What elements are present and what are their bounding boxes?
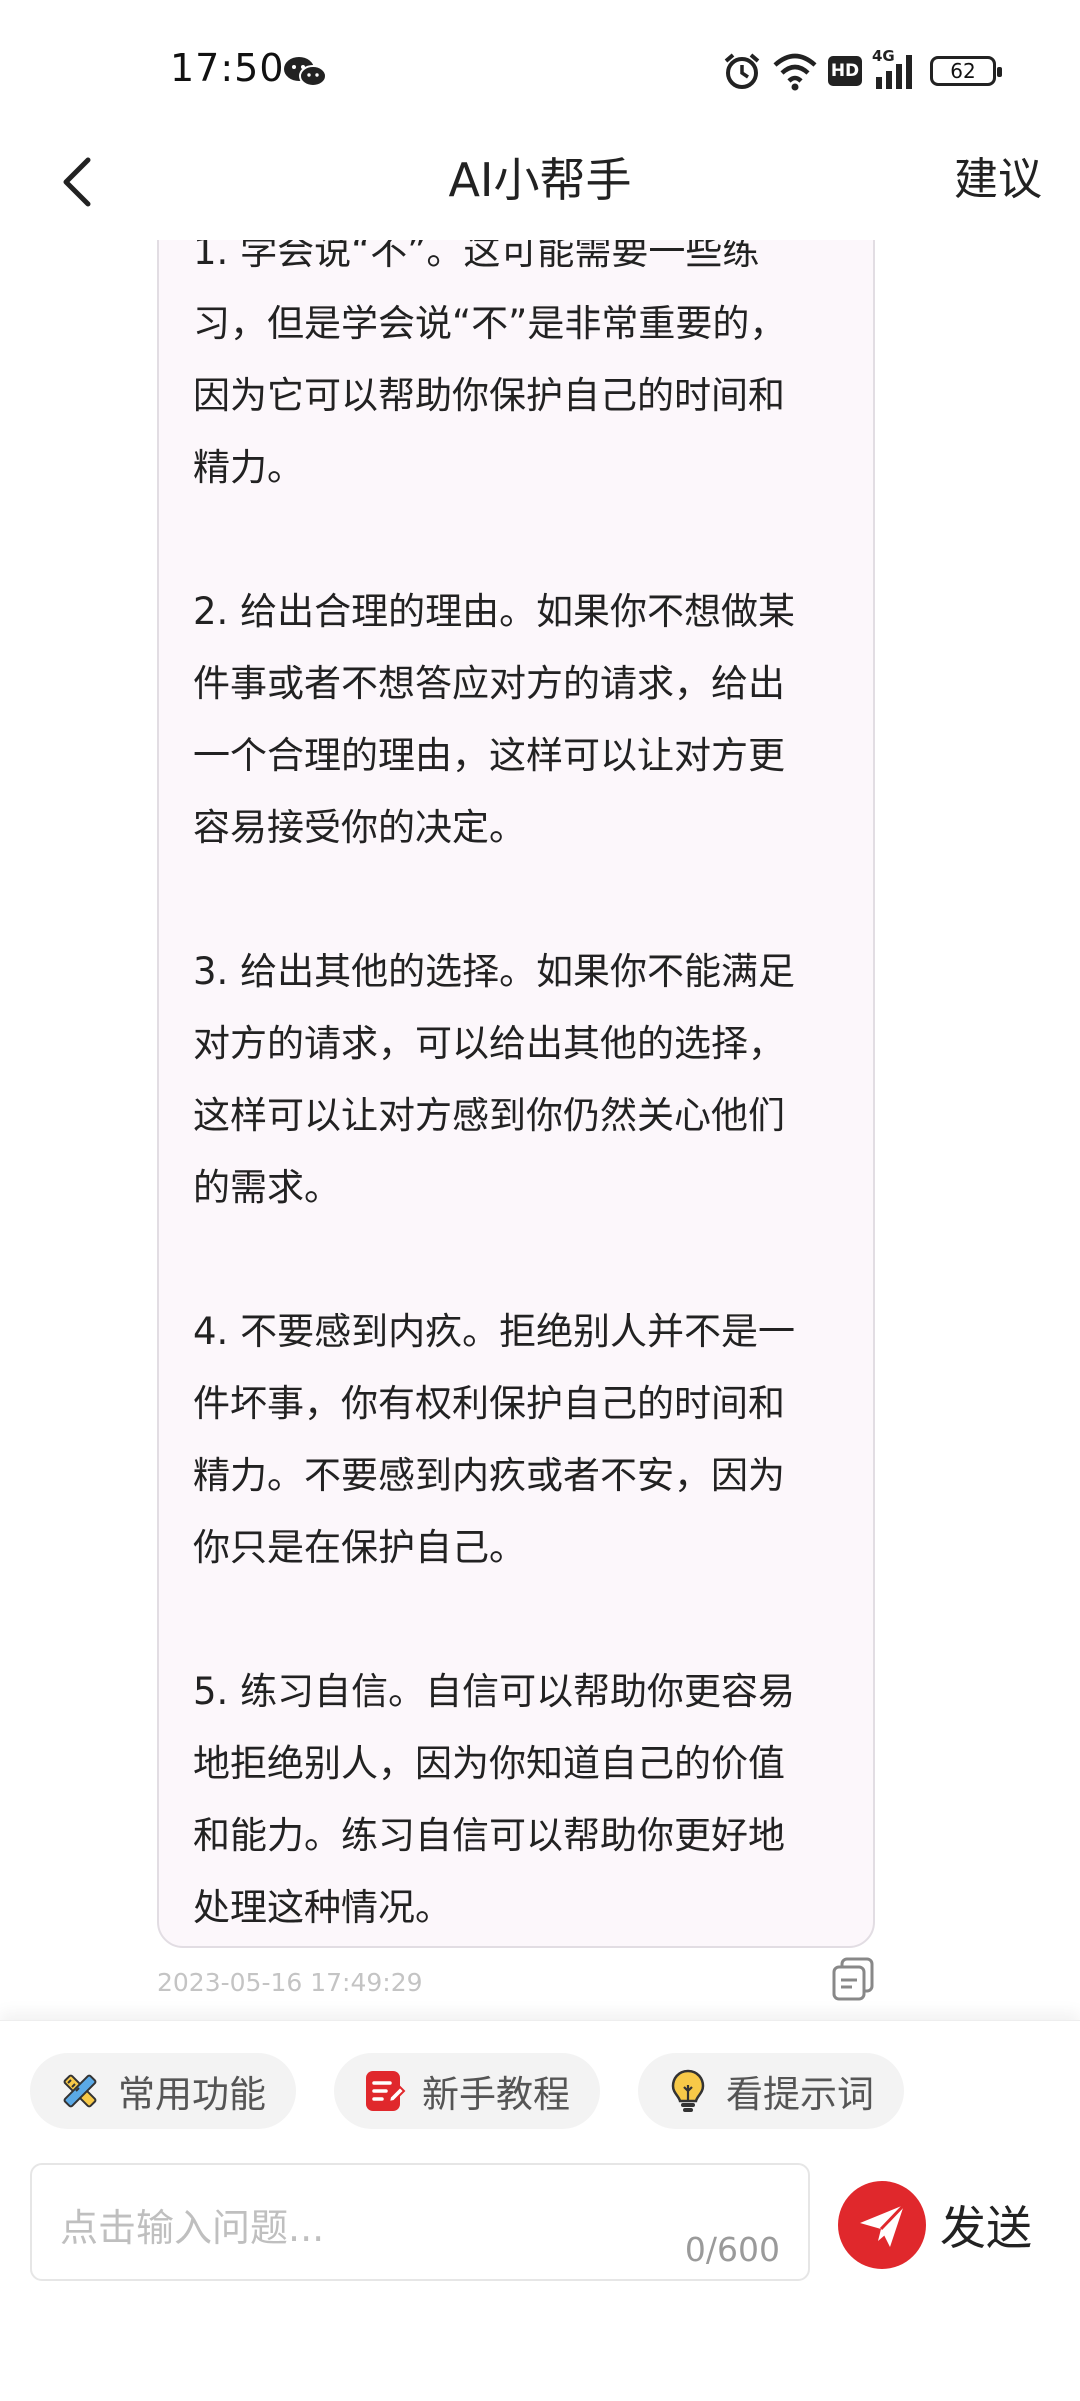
- hd-badge: HD: [828, 56, 862, 86]
- chip-label: 常用功能: [118, 2073, 266, 2116]
- chip-tutorial[interactable]: 新手教程: [334, 2053, 600, 2129]
- status-time: 17:50: [170, 46, 285, 90]
- alarm-icon: [724, 53, 760, 89]
- app-header: AI小帮手 建议: [0, 140, 1080, 240]
- wifi-icon: [773, 53, 817, 91]
- signal-icon: [876, 55, 912, 89]
- message-timestamp: 2023-05-16 17:49:29: [157, 1968, 423, 1997]
- chat-area[interactable]: 1. 学会说“不”。这可能需要一些练习，但是学会说“不”是非常重要的，因为它可以…: [0, 240, 1080, 2020]
- chip-label: 看提示词: [726, 2073, 874, 2116]
- message-paragraph: 4. 不要感到内疚。拒绝别人并不是一件坏事，你有权利保护自己的时间和精力。不要感…: [193, 1310, 796, 1569]
- input-placeholder: 点击输入问题...: [60, 2206, 325, 2250]
- wechat-icon: [284, 57, 327, 87]
- input-panel: 常用功能 新手教程 看提示词 点击输入问题... 0/600 发送: [0, 2020, 1080, 2401]
- cell-signal: 4G: [872, 47, 920, 91]
- status-icons: HD 4G 62: [722, 47, 1002, 94]
- lightbulb-icon: [671, 2069, 705, 2112]
- page-title: AI小帮手: [448, 153, 632, 207]
- message-paragraph: 3. 给出其他的选择。如果你不能满足对方的请求，可以给出其他的选择，这样可以让对…: [193, 950, 796, 1209]
- message-paragraph: 5. 练习自信。自信可以帮助你更容易地拒绝别人，因为你知道自己的价值和能力。练习…: [193, 1670, 796, 1929]
- battery-indicator: 62: [930, 56, 1002, 86]
- ai-message-bubble: 1. 学会说“不”。这可能需要一些练习，但是学会说“不”是非常重要的，因为它可以…: [157, 240, 875, 1948]
- chip-common-functions[interactable]: 常用功能: [30, 2053, 296, 2129]
- send-icon-circle: [838, 2181, 926, 2269]
- paper-plane-icon: [860, 2203, 906, 2247]
- status-bar: 17:50 HD 4G 62: [0, 0, 1080, 140]
- suggest-button[interactable]: 建议: [954, 140, 1042, 220]
- message-paragraph: 2. 给出合理的理由。如果你不想做某件事或者不想答应对方的请求，给出一个合理的理…: [193, 590, 796, 849]
- chip-prompts[interactable]: 看提示词: [638, 2053, 904, 2129]
- question-input[interactable]: 点击输入问题... 0/600: [30, 2163, 810, 2281]
- char-counter: 0/600: [684, 2230, 780, 2269]
- chip-label: 新手教程: [422, 2073, 570, 2116]
- send-button[interactable]: 发送: [838, 2181, 1032, 2269]
- send-label: 发送: [940, 2201, 1032, 2255]
- quick-actions: 常用功能 新手教程 看提示词: [30, 2053, 904, 2129]
- message-paragraph: 1. 学会说“不”。这可能需要一些练习，但是学会说“不”是非常重要的，因为它可以…: [193, 240, 787, 489]
- copy-icon[interactable]: [830, 1956, 876, 2002]
- notebook-icon: [366, 2071, 406, 2111]
- pencil-ruler-icon: [63, 2074, 97, 2108]
